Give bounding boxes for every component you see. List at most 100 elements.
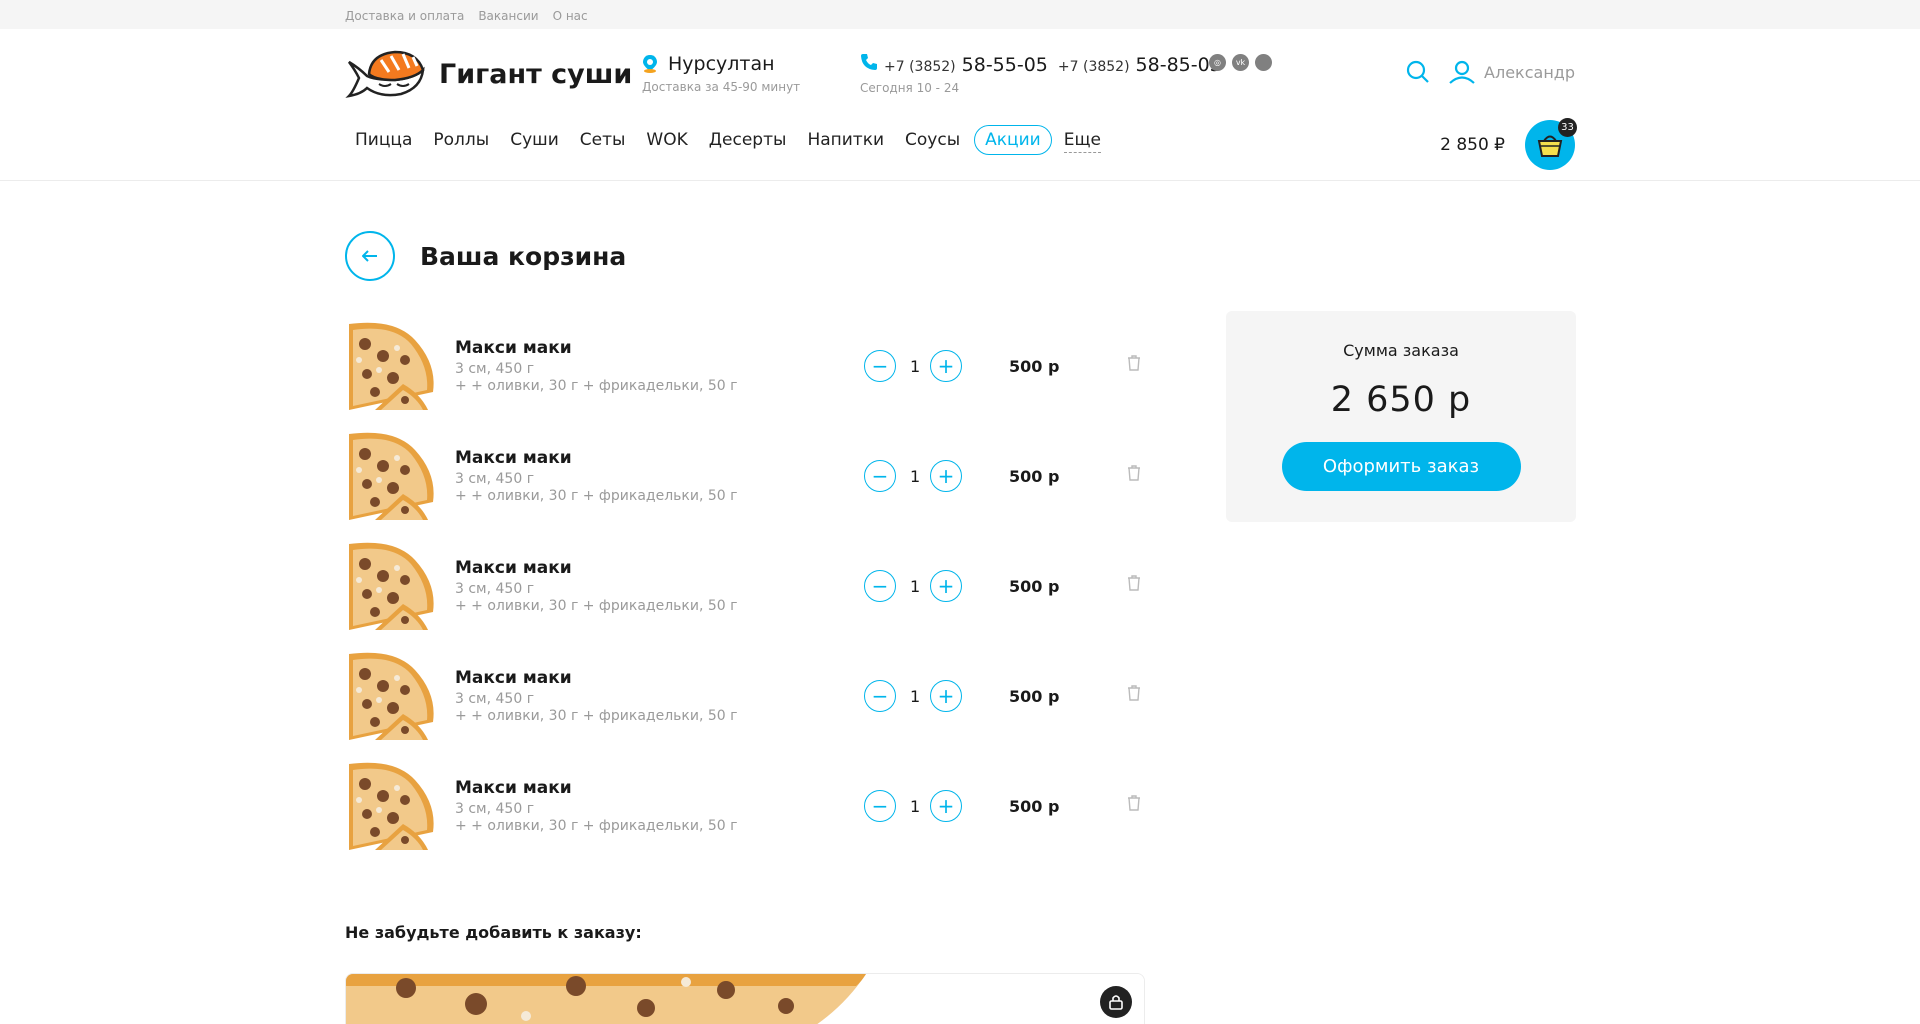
trash-icon[interactable] [1127,355,1141,371]
phone-prefix-1: +7 (3852) [884,59,956,75]
item-weight: 3 см, 450 г [455,471,535,487]
item-weight: 3 см, 450 г [455,801,535,817]
nav-item-desserts[interactable]: Десерты [699,126,797,154]
cart-button[interactable]: 33 [1525,118,1577,170]
checkout-button[interactable]: Оформить заказ [1281,442,1521,491]
item-price: 500 р [1009,467,1060,486]
item-quantity: 1 [910,576,921,596]
nav-item-sushi[interactable]: Суши [500,126,569,154]
phones: +7 (3852) 58-55-05 +7 (3852) 58-85-05 Се… [860,53,1226,95]
increase-button[interactable]: + [930,570,962,602]
header: Гигант суши Нурсултан Доставка за 45-90 … [345,48,1575,103]
increase-button[interactable]: + [930,350,962,382]
logo[interactable]: Гигант суши [345,48,632,100]
item-additions: + + оливки, 30 г + фрикадельки, 50 г [455,378,738,394]
user-name: Александр [1484,62,1575,82]
user-account[interactable]: Александр [1448,60,1575,84]
order-sum-value: 2 650 р [1330,380,1472,420]
item-weight: 3 см, 450 г [455,361,535,377]
nav-item-sauces[interactable]: Соусы [895,126,970,154]
decrease-button[interactable]: − [864,790,896,822]
cart-item: Макси маки 3 см, 450 г + + оливки, 30 г … [345,760,1145,870]
quantity-stepper: − 1 + [864,570,962,602]
item-quantity: 1 [910,466,921,486]
other-social-icon[interactable] [1255,54,1272,71]
upsell-title: Не забудьте добавить к заказу: [345,923,642,942]
quantity-stepper: − 1 + [864,680,962,712]
topbar: Доставка и оплата Вакансии О нас [0,0,1920,29]
order-summary: Сумма заказа 2 650 р Оформить заказ [1226,311,1576,522]
upsell-card[interactable] [345,973,1145,1024]
product-image [349,542,434,630]
increase-button[interactable]: + [930,460,962,492]
brand-name: Гигант суши [439,58,633,90]
logo-icon [345,50,425,98]
cart-item: Макси маки 3 см, 450 г + + оливки, 30 г … [345,430,1145,540]
product-image [349,652,434,740]
phone-icon [861,54,877,70]
basket-icon [1537,135,1563,157]
product-image [349,762,434,850]
cart: 2 850 ₽ 33 [1440,118,1577,170]
quantity-stepper: − 1 + [864,790,962,822]
social-links: ◎ vk [1209,54,1272,71]
header-actions: Александр [1406,60,1575,84]
nav-item-sets[interactable]: Сеты [570,126,636,154]
phone-prefix-2: +7 (3852) [1057,59,1130,75]
trash-icon[interactable] [1127,685,1141,701]
item-additions: + + оливки, 30 г + фрикадельки, 50 г [455,708,738,724]
item-price: 500 р [1009,357,1060,376]
decrease-button[interactable]: − [864,570,896,602]
quantity-stepper: − 1 + [864,460,962,492]
nav-item-more[interactable]: Еще [1063,128,1101,153]
lock-icon [1100,986,1132,1018]
item-name: Макси маки [455,558,572,578]
topbar-links: Доставка и оплата Вакансии О нас [345,9,588,23]
nav-item-drinks[interactable]: Напитки [797,126,894,154]
product-image [349,432,434,520]
decrease-button[interactable]: − [864,680,896,712]
cart-item: Макси маки 3 см, 450 г + + оливки, 30 г … [345,320,1145,430]
item-name: Макси маки [455,778,572,798]
nav-item-promos[interactable]: Акции [974,125,1052,155]
page-title: Ваша корзина [420,241,627,271]
product-image [349,322,434,410]
nav-item-wok[interactable]: WOK [636,126,697,154]
nav-item-rolls[interactable]: Роллы [423,126,499,154]
cart-items: Макси маки 3 см, 450 г + + оливки, 30 г … [345,320,1145,870]
trash-icon[interactable] [1127,465,1141,481]
city-name: Нурсултан [668,53,775,75]
item-price: 500 р [1009,797,1060,816]
order-sum-label: Сумма заказа [1343,341,1459,360]
back-button[interactable] [345,231,395,281]
page-header: Ваша корзина [345,231,626,281]
upsell-product-image [346,974,1144,1024]
header-divider [0,180,1920,181]
trash-icon[interactable] [1127,795,1141,811]
item-name: Макси маки [455,448,572,468]
decrease-button[interactable]: − [864,460,896,492]
topbar-link-about[interactable]: О нас [553,9,588,23]
item-quantity: 1 [910,356,921,376]
phone-number-1[interactable]: 58-55-05 [962,54,1048,76]
quantity-stepper: − 1 + [864,350,962,382]
search-icon[interactable] [1406,60,1430,84]
increase-button[interactable]: + [930,680,962,712]
decrease-button[interactable]: − [864,350,896,382]
item-weight: 3 см, 450 г [455,581,535,597]
vk-icon[interactable]: vk [1232,54,1249,71]
topbar-link-delivery[interactable]: Доставка и оплата [345,9,464,23]
item-additions: + + оливки, 30 г + фрикадельки, 50 г [455,598,738,614]
arrow-left-icon [362,250,377,262]
increase-button[interactable]: + [930,790,962,822]
instagram-icon[interactable]: ◎ [1209,54,1226,71]
topbar-link-vacancies[interactable]: Вакансии [478,9,538,23]
delivery-time: Доставка за 45-90 минут [642,80,801,94]
cart-count-badge: 33 [1558,118,1577,137]
cart-total: 2 850 ₽ [1440,135,1505,155]
city-selector[interactable]: Нурсултан Доставка за 45-90 минут [642,53,800,94]
user-icon [1449,60,1475,84]
trash-icon[interactable] [1127,575,1141,591]
item-name: Макси маки [455,668,572,688]
nav-item-pizza[interactable]: Пицца [345,126,422,154]
